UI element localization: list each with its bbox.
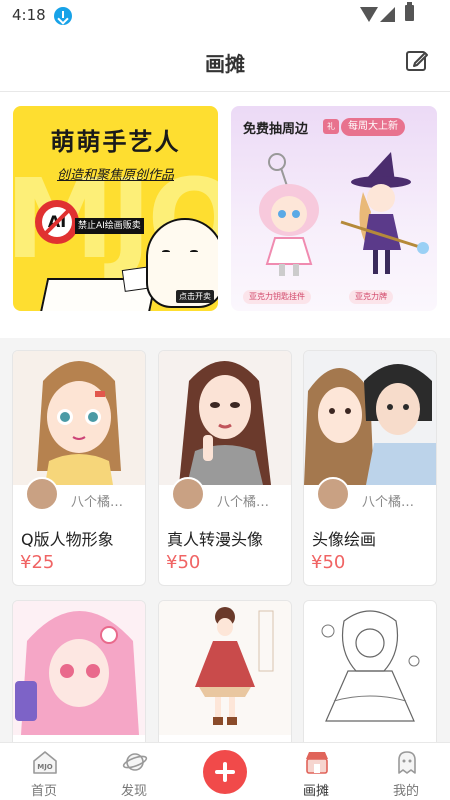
tab-mine[interactable]: 我的 [366, 743, 446, 800]
witch-figure-image [340, 152, 429, 274]
product-image [13, 601, 145, 735]
tab-home[interactable]: MJO 首页 [4, 743, 84, 800]
signal-icon [380, 7, 395, 22]
product-card[interactable]: 八个橘… 真人转漫头像 ¥50 [158, 350, 292, 586]
top-header: 画摊 [0, 32, 450, 92]
banner-merch[interactable]: 免费抽周边 礼 每周大上新 亚克力钥匙挂件 亚克力牌 [231, 106, 437, 311]
shop-icon [306, 752, 328, 774]
product-card[interactable]: 八个橘… 头像绘画 ¥50 [303, 350, 437, 586]
banner-merch-badge: 每周大上新 [341, 118, 405, 136]
no-ai-icon: AI [35, 200, 79, 244]
product-card[interactable]: 八个橘… Q版人物形象 ¥25 [12, 350, 146, 586]
product-image [13, 351, 145, 485]
product-grid: 八个橘… Q版人物形象 ¥25 八个橘… 真人转漫头像 ¥50 八个橘… 头像绘… [0, 338, 450, 742]
product-card[interactable] [12, 600, 146, 742]
product-price: ¥50 [166, 552, 201, 573]
product-title: 头像绘画 [312, 530, 377, 549]
page-title: 画摊 [205, 52, 245, 76]
banner-chip-keychain: 亚克力钥匙挂件 [243, 290, 311, 304]
product-image [159, 601, 291, 735]
product-price: ¥50 [311, 552, 346, 573]
author-name: 八个橘… [71, 495, 124, 510]
author-avatar[interactable] [171, 477, 205, 511]
status-bar: 4:18 [0, 0, 450, 32]
product-image [159, 351, 291, 485]
banner-artisan[interactable]: MJO 萌萌手艺人 创造和聚焦原创作品 AI 禁止AI绘画贩卖 点击开卖 [13, 106, 218, 311]
product-price: ¥25 [20, 552, 55, 573]
download-icon [54, 7, 72, 25]
author-name: 八个橘… [362, 495, 415, 510]
ghost-icon [398, 751, 416, 774]
author-avatar[interactable] [316, 477, 350, 511]
banner-artisan-subtitle: 创造和聚焦原创作品 [56, 168, 174, 183]
banner-artisan-title: 萌萌手艺人 [50, 128, 181, 156]
svg-text:MJO: MJO [37, 763, 53, 771]
tab-discover[interactable]: 发现 [94, 743, 174, 800]
plus-icon[interactable] [203, 750, 247, 794]
author-name: 八个橘… [217, 495, 270, 510]
planet-icon [122, 753, 148, 771]
no-ai-tag: 禁止AI绘画贩卖 [75, 218, 144, 234]
banner-corner-label: 点击开卖 [176, 290, 214, 303]
product-title: Q版人物形象 [21, 530, 114, 549]
tab-home-label: 首页 [30, 784, 57, 799]
tab-discover-label: 发现 [120, 784, 147, 799]
gift-icon: 礼 [323, 119, 339, 134]
tab-mine-label: 我的 [392, 784, 419, 799]
status-time: 4:18 [12, 6, 46, 24]
banner-chip-standee: 亚克力牌 [349, 290, 393, 304]
product-card[interactable] [158, 600, 292, 742]
product-image [304, 601, 436, 735]
edit-icon[interactable] [405, 49, 429, 73]
product-card[interactable] [303, 600, 437, 742]
author-avatar[interactable] [25, 477, 59, 511]
product-title: 真人转漫头像 [167, 530, 264, 549]
wifi-icon [360, 7, 378, 22]
tab-stall-label: 画摊 [302, 784, 329, 799]
mjo-home-icon: MJO [33, 751, 57, 774]
banner-merch-title: 免费抽周边 [243, 122, 309, 137]
keychain-figure-image [259, 153, 319, 276]
battery-icon [405, 2, 414, 21]
tab-stall[interactable]: 画摊 [276, 743, 356, 800]
product-image [304, 351, 436, 485]
banner-area: MJO 萌萌手艺人 创造和聚焦原创作品 AI 禁止AI绘画贩卖 点击开卖 免费抽… [0, 92, 450, 338]
bottom-tab-bar: MJO 首页 发现 画摊 我的 [0, 742, 450, 800]
